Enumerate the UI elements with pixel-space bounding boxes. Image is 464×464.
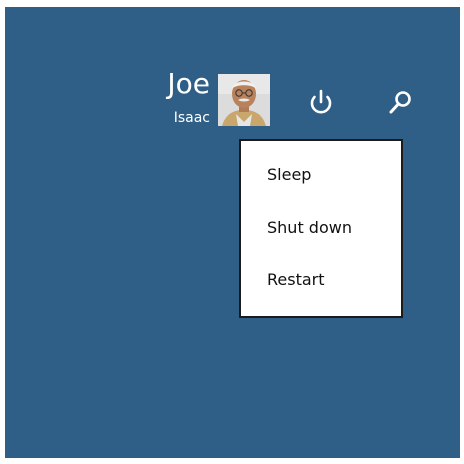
search-button[interactable]: [382, 85, 418, 121]
user-last-name: Isaac: [173, 110, 210, 126]
power-menu: Sleep Shut down Restart: [239, 139, 403, 318]
search-icon: [389, 91, 411, 114]
menu-item-restart[interactable]: Restart: [241, 260, 401, 300]
menu-item-shut-down[interactable]: Shut down: [241, 208, 401, 248]
user-avatar[interactable]: [218, 74, 270, 126]
user-account[interactable]: Joe Isaac: [150, 69, 210, 133]
avatar-photo-icon: [218, 74, 270, 126]
menu-item-sleep[interactable]: Sleep: [241, 155, 401, 195]
start-screen-background: Joe Isaac Sleep Shut down Restart: [5, 7, 460, 458]
user-first-name: Joe: [167, 67, 210, 100]
power-icon: [310, 89, 332, 114]
power-button[interactable]: [303, 85, 339, 121]
